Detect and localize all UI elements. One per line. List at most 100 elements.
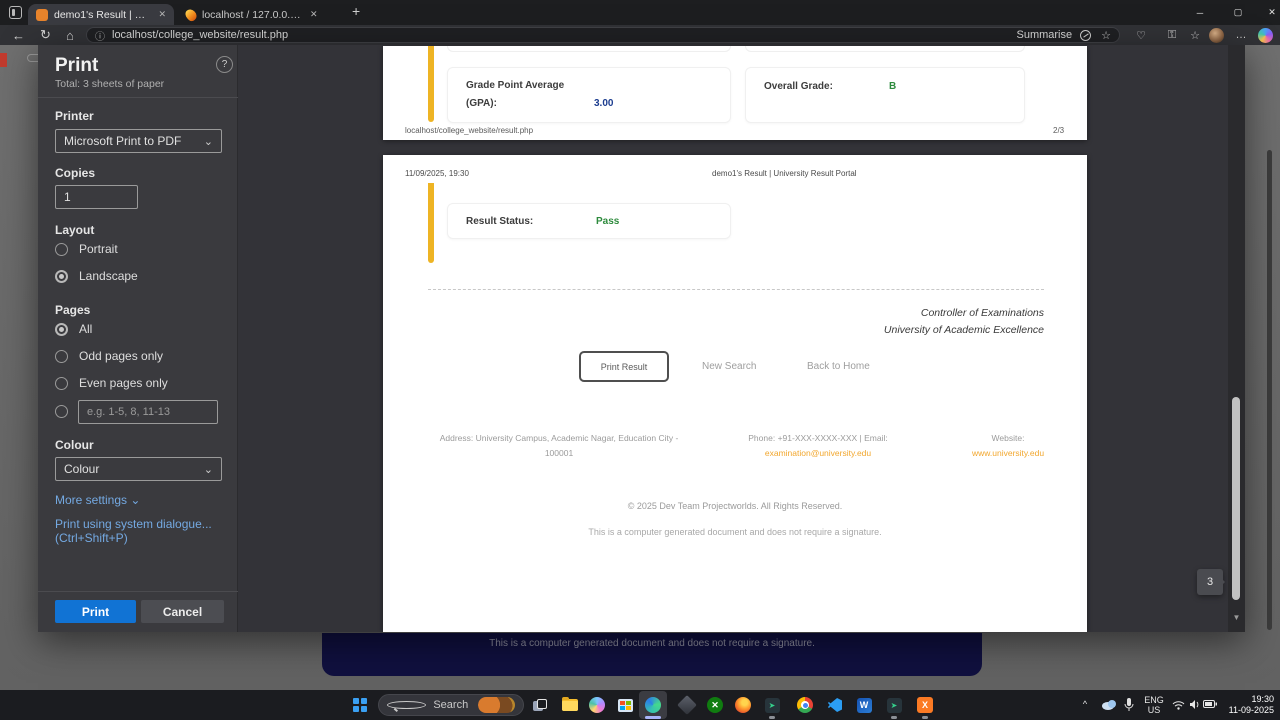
weather-cloud-icon[interactable] [1100, 698, 1118, 711]
copilot-button[interactable] [589, 690, 605, 720]
microphone-icon[interactable] [1124, 698, 1134, 712]
favorite-star-icon[interactable]: ☆ [1101, 29, 1111, 42]
layout-label: Layout [55, 223, 95, 237]
radio-label: All [79, 322, 93, 336]
copilot-icon[interactable] [1258, 28, 1273, 43]
page-footer-dimmed: This is a computer generated document an… [322, 633, 982, 676]
task-view-button[interactable] [532, 690, 548, 720]
radio-landscape[interactable]: Landscape [55, 269, 138, 283]
radio-label: Odd pages only [79, 349, 164, 363]
radio-icon[interactable] [55, 405, 68, 418]
gpa-label: Grade Point Average [466, 80, 565, 91]
firefox-icon [735, 697, 751, 713]
vscode-button[interactable] [827, 690, 843, 720]
unity-button[interactable] [677, 690, 697, 720]
url-text[interactable]: localhost/college_website/result.php [112, 29, 1017, 41]
printer-label: Printer [55, 109, 94, 123]
window-close-button[interactable]: ✕ [1254, 0, 1280, 25]
back-icon[interactable]: ← [12, 25, 25, 45]
address-bar[interactable]: ⓘ localhost/college_website/result.php S… [86, 27, 1120, 43]
status-label: Result Status: [466, 216, 534, 227]
radio-icon[interactable] [55, 242, 68, 256]
browser-toolbar: ← ↻ ⌂ ⓘ localhost/college_website/result… [0, 25, 1280, 45]
start-button[interactable] [350, 690, 370, 720]
print-result-button: Print Result [579, 351, 669, 382]
home-icon[interactable]: ⌂ [66, 25, 74, 45]
database-favicon-icon [183, 6, 199, 23]
word-button[interactable]: W [856, 690, 872, 720]
site-info-icon[interactable]: ⓘ [95, 28, 105, 43]
more-settings-link[interactable]: More settings ⌄ [55, 493, 140, 507]
tab-actions-menu-icon[interactable] [9, 6, 22, 19]
window-maximize-button[interactable]: ▢ [1220, 0, 1256, 25]
result-favicon-icon [36, 8, 48, 21]
print-button[interactable]: Print [55, 600, 136, 623]
print-header-date: 11/09/2025, 19:30 [405, 169, 469, 178]
custom-pages-input[interactable] [78, 400, 218, 424]
address-line-2: 100001 [544, 448, 574, 458]
cancel-button[interactable]: Cancel [141, 600, 224, 623]
summarise-button[interactable]: Summarise [1017, 29, 1073, 41]
browser-essentials-icon[interactable]: ♡ [1134, 25, 1148, 45]
tab-title: demo1's Result | University Resul... [54, 8, 151, 21]
preview-scrollbar-thumb[interactable] [1232, 397, 1240, 600]
edge-button-active[interactable] [639, 691, 667, 719]
firefox-button[interactable] [735, 690, 751, 720]
chrome-button[interactable] [797, 690, 813, 720]
favorites-bar-icon[interactable]: ☆ [1188, 25, 1202, 45]
chevron-down-icon: ⌄ [130, 493, 141, 507]
help-icon[interactable]: ? [216, 56, 233, 73]
radio-pages-even[interactable]: Even pages only [55, 376, 168, 390]
radio-portrait[interactable]: Portrait [55, 242, 118, 256]
xbox-button[interactable]: ✕ [707, 690, 723, 720]
radio-pages-all[interactable]: All [55, 322, 92, 336]
scroll-down-icon[interactable]: ▼ [1231, 613, 1242, 622]
new-tab-button[interactable]: + [352, 3, 360, 19]
radio-selected-icon[interactable] [55, 322, 68, 336]
language-indicator[interactable]: ENG US [1142, 695, 1166, 715]
window-minimize-button[interactable]: ─ [1182, 0, 1218, 25]
speaker-icon[interactable] [1189, 699, 1200, 710]
folder-icon [562, 697, 578, 711]
radio-icon[interactable] [55, 376, 68, 390]
clock-time: 19:30 [1251, 694, 1274, 704]
file-explorer-button[interactable] [562, 690, 578, 720]
radio-pages-custom[interactable] [55, 405, 68, 418]
taskbar-clock[interactable]: 19:30 11-09-2025 [1218, 694, 1274, 716]
microsoft-store-button[interactable] [617, 690, 633, 720]
tray-chevron-icon[interactable]: ^ [1078, 699, 1092, 709]
radio-pages-odd[interactable]: Odd pages only [55, 349, 163, 363]
refresh-icon[interactable]: ↻ [40, 25, 51, 45]
tab-result-page[interactable]: demo1's Result | University Resul... ✕ [28, 4, 174, 25]
printer-select[interactable]: Microsoft Print to PDF ⌄ [55, 129, 222, 153]
taskbar-search[interactable]: Search [378, 694, 524, 716]
tab-close-icon[interactable]: ✕ [158, 9, 166, 20]
more-settings-label: More settings [55, 493, 128, 507]
page-number-badge: 3 [1197, 569, 1225, 595]
printer-value: Microsoft Print to PDF [64, 134, 182, 148]
vscode-icon [828, 698, 842, 712]
wallet-key-icon[interactable]: ⚿ [1165, 25, 1179, 45]
wifi-icon[interactable] [1172, 700, 1185, 710]
radio-selected-icon[interactable] [55, 269, 68, 283]
battery-icon[interactable] [1203, 700, 1217, 708]
radio-icon[interactable] [55, 349, 68, 363]
chrome-icon [797, 697, 813, 713]
profile-avatar[interactable] [1209, 28, 1224, 43]
copies-input[interactable] [55, 185, 138, 209]
lang-line-1: ENG [1144, 695, 1164, 705]
signature-line-2: University of Academic Excellence [883, 324, 1044, 336]
colour-select[interactable]: Colour ⌄ [55, 457, 222, 481]
copies-label: Copies [55, 166, 96, 180]
colour-label: Colour [55, 438, 94, 452]
grade-card: Overall Grade: B [745, 67, 1025, 123]
summarise-icon[interactable] [1080, 29, 1092, 41]
gpa-card: Grade Point Average (GPA): 3.00 [447, 67, 731, 123]
tab-close-icon[interactable]: ✕ [310, 9, 318, 20]
system-dialog-link[interactable]: Print using system dialogue... (Ctrl+Shi… [55, 517, 237, 545]
copilot-taskbar-icon [589, 697, 605, 713]
unity-icon [677, 695, 697, 715]
radio-label: Landscape [79, 269, 138, 283]
tab-phpmyadmin[interactable]: localhost / 127.0.0.1 / college_db... ✕ [178, 4, 346, 25]
more-menu-icon[interactable]: … [1234, 25, 1248, 45]
